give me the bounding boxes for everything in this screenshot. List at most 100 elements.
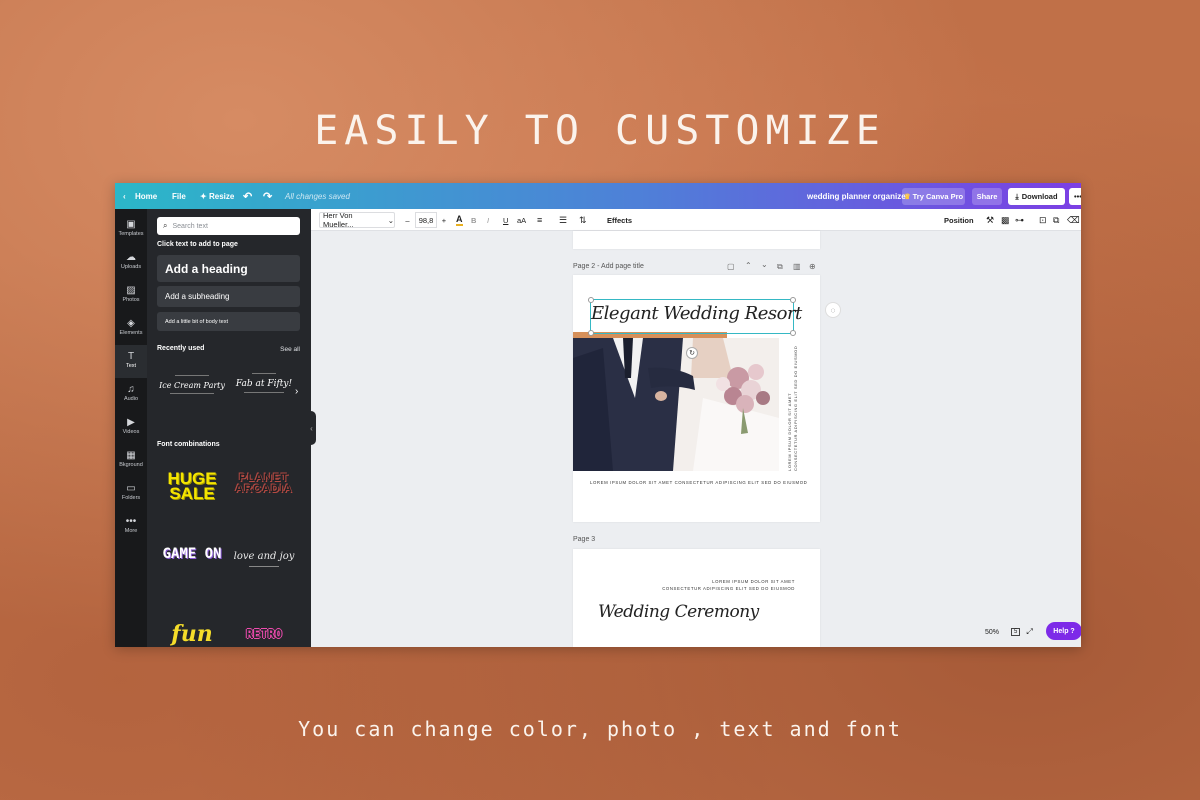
fullscreen-icon[interactable]: ⤢ bbox=[1026, 627, 1032, 637]
spacing-icon[interactable]: ⇅ bbox=[579, 209, 587, 231]
editor-window: ‹ Home File ✦ Resize ↶ ↷ All changes sav… bbox=[115, 183, 1081, 647]
page-3[interactable]: LOREM IPSUM DOLOR SIT AMET CONSECTETUR A… bbox=[573, 549, 820, 647]
bold-button[interactable]: B bbox=[471, 209, 476, 231]
video-icon: ▶ bbox=[127, 417, 135, 428]
try-pro-button[interactable]: ♛ Try Canva Pro bbox=[902, 188, 965, 205]
add-page-icon[interactable]: ⊕ bbox=[809, 262, 816, 271]
page3-line-2[interactable]: CONSECTETUR ADIPISCING ELIT SED DO EIUSM… bbox=[662, 586, 795, 591]
headline: EASILY TO CUSTOMIZE bbox=[314, 108, 886, 154]
undo-icon[interactable]: ↶ bbox=[243, 183, 252, 209]
rail-item-background[interactable]: ▦ Bkground bbox=[115, 446, 147, 476]
decrease-size-button[interactable]: – bbox=[402, 209, 413, 231]
transparency-icon[interactable]: ▩ bbox=[1001, 209, 1010, 231]
page-2-title[interactable]: Page 2 - Add page title bbox=[573, 263, 644, 270]
rail-item-elements[interactable]: ◈ Elements bbox=[115, 314, 147, 344]
combo-huge-sale[interactable]: HUGE SALE bbox=[159, 470, 225, 515]
audio-icon: ♫ bbox=[127, 384, 135, 395]
page-3-title[interactable]: Page 3 bbox=[573, 536, 595, 543]
add-subheading-button[interactable]: Add a subheading bbox=[157, 286, 300, 307]
text-toolbar: Herr Von Mueller... ⌄ – 98,8 + A B I U a… bbox=[311, 209, 1081, 231]
align-left-icon[interactable]: ≡ bbox=[537, 209, 542, 231]
see-all-link[interactable]: See all bbox=[280, 346, 300, 353]
rail-item-videos[interactable]: ▶ Videos bbox=[115, 413, 147, 443]
left-rail: ▣ Templates ☁ Uploads ▨ Photos ◈ Element… bbox=[115, 209, 147, 647]
page-2[interactable]: LOREM IPSUM DOLOR SIT AMET CONSECTETUR A… bbox=[573, 275, 820, 522]
increase-size-button[interactable]: + bbox=[439, 209, 449, 231]
redo-icon[interactable]: ↷ bbox=[263, 183, 272, 209]
elements-icon: ◈ bbox=[127, 318, 135, 329]
chevron-down-icon[interactable]: ⌄ bbox=[761, 260, 768, 269]
add-heading-button[interactable]: Add a heading bbox=[157, 255, 300, 282]
rail-item-photos[interactable]: ▨ Photos bbox=[115, 281, 147, 311]
selected-title-box[interactable]: Elegant Wedding Resort bbox=[588, 297, 802, 336]
combo-love-and-joy[interactable]: love and joy bbox=[231, 551, 297, 585]
rotate-icon[interactable]: ↻ bbox=[686, 347, 698, 359]
page-count[interactable]: 5 bbox=[1011, 628, 1021, 636]
caption: You can change color, photo , text and f… bbox=[298, 717, 902, 741]
page3-line-1[interactable]: LOREM IPSUM DOLOR SIT AMET bbox=[712, 579, 795, 584]
back-icon[interactable]: ‹ bbox=[123, 183, 126, 209]
duplicate-icon[interactable]: ⧉ bbox=[1053, 209, 1059, 231]
lock-icon[interactable]: ⊡ bbox=[1039, 209, 1047, 231]
delete-page-icon[interactable]: ▥ bbox=[793, 262, 801, 271]
combo-fun[interactable]: fun bbox=[159, 621, 225, 647]
rail-item-audio[interactable]: ♫ Audio bbox=[115, 380, 147, 410]
position-button[interactable]: Position bbox=[944, 209, 974, 231]
paint-roller-icon[interactable]: ⚒ bbox=[986, 209, 994, 231]
add-body-text-button[interactable]: Add a little bit of body text bbox=[157, 312, 300, 331]
recently-used-label: Recently used bbox=[157, 345, 205, 352]
design-name[interactable]: wedding planner organizer bbox=[807, 183, 909, 209]
chevron-up-icon[interactable]: ⌃ bbox=[745, 261, 752, 270]
home-link[interactable]: Home bbox=[135, 183, 157, 209]
trash-icon[interactable]: ⌫ bbox=[1067, 209, 1080, 231]
chevron-right-icon[interactable]: › bbox=[295, 386, 298, 397]
rail-item-templates[interactable]: ▣ Templates bbox=[115, 215, 147, 245]
share-button[interactable]: Share bbox=[972, 188, 1002, 205]
rail-item-uploads[interactable]: ☁ Uploads bbox=[115, 248, 147, 278]
font-size-input[interactable]: 98,8 bbox=[415, 212, 437, 228]
help-button[interactable]: Help ? bbox=[1046, 622, 1081, 640]
click-text-label: Click text to add to page bbox=[157, 241, 238, 248]
link-icon[interactable]: ⊶ bbox=[1015, 209, 1024, 231]
italic-button[interactable]: I bbox=[487, 209, 489, 231]
rail-item-more[interactable]: ••• More bbox=[115, 512, 147, 542]
list-icon[interactable]: ☰ bbox=[559, 209, 567, 231]
rail-item-text[interactable]: T Text bbox=[115, 345, 147, 378]
more-icon: ••• bbox=[125, 516, 137, 527]
search-icon: ⌕ bbox=[163, 221, 168, 230]
resize-menu[interactable]: Resize bbox=[209, 183, 234, 209]
text-panel: ⌕ Search text Click text to add to page … bbox=[147, 209, 311, 647]
zoom-level[interactable]: 50% bbox=[985, 629, 999, 636]
recent-template-fab-at-fifty[interactable]: Fab at Fifty! bbox=[231, 373, 297, 411]
note-icon[interactable]: ▢ bbox=[727, 262, 735, 271]
body-line[interactable]: LOREM IPSUM DOLOR SIT AMET CONSECTETUR A… bbox=[590, 480, 807, 485]
wedding-photo[interactable] bbox=[573, 338, 779, 471]
collapse-panel-handle[interactable]: ‹ bbox=[307, 411, 316, 445]
wedding-couple-image bbox=[573, 338, 779, 471]
templates-icon: ▣ bbox=[126, 219, 136, 230]
page3-title[interactable]: Wedding Ceremony bbox=[598, 602, 759, 622]
combo-game-on[interactable]: GAME ON bbox=[159, 547, 225, 587]
search-input[interactable]: ⌕ Search text bbox=[157, 217, 300, 235]
download-button[interactable]: ⤓ Download bbox=[1008, 188, 1065, 205]
download-icon: ⤓ bbox=[1015, 191, 1019, 201]
save-status: All changes saved bbox=[285, 191, 350, 201]
photos-icon: ▨ bbox=[126, 285, 136, 296]
font-family-select[interactable]: Herr Von Mueller... ⌄ bbox=[319, 211, 395, 229]
letter-case-button[interactable]: aA bbox=[517, 209, 526, 231]
chevron-down-icon: ⌄ bbox=[387, 215, 394, 225]
recent-template-ice-cream[interactable]: Ice Cream Party bbox=[159, 375, 225, 413]
combo-retro[interactable]: RETRO bbox=[231, 627, 297, 647]
rail-item-folders[interactable]: ▭ Folders bbox=[115, 479, 147, 509]
vertical-text-2[interactable]: CONSECTETUR ADIPISCING ELIT SED DO EIUSM… bbox=[793, 341, 801, 471]
more-options-button[interactable]: ••• bbox=[1069, 188, 1081, 205]
comment-icon[interactable]: ◌ bbox=[825, 302, 841, 318]
underline-button[interactable]: U bbox=[503, 209, 508, 231]
page-1[interactable] bbox=[573, 231, 820, 249]
combo-planet-arcadia[interactable]: PLANET ARCADIA bbox=[231, 473, 297, 517]
copy-page-icon[interactable]: ⧉ bbox=[777, 262, 783, 272]
file-menu[interactable]: File bbox=[172, 183, 186, 209]
title-text[interactable]: Elegant Wedding Resort bbox=[591, 303, 802, 324]
text-color-icon[interactable]: A bbox=[456, 209, 463, 231]
effects-button[interactable]: Effects bbox=[607, 209, 632, 231]
